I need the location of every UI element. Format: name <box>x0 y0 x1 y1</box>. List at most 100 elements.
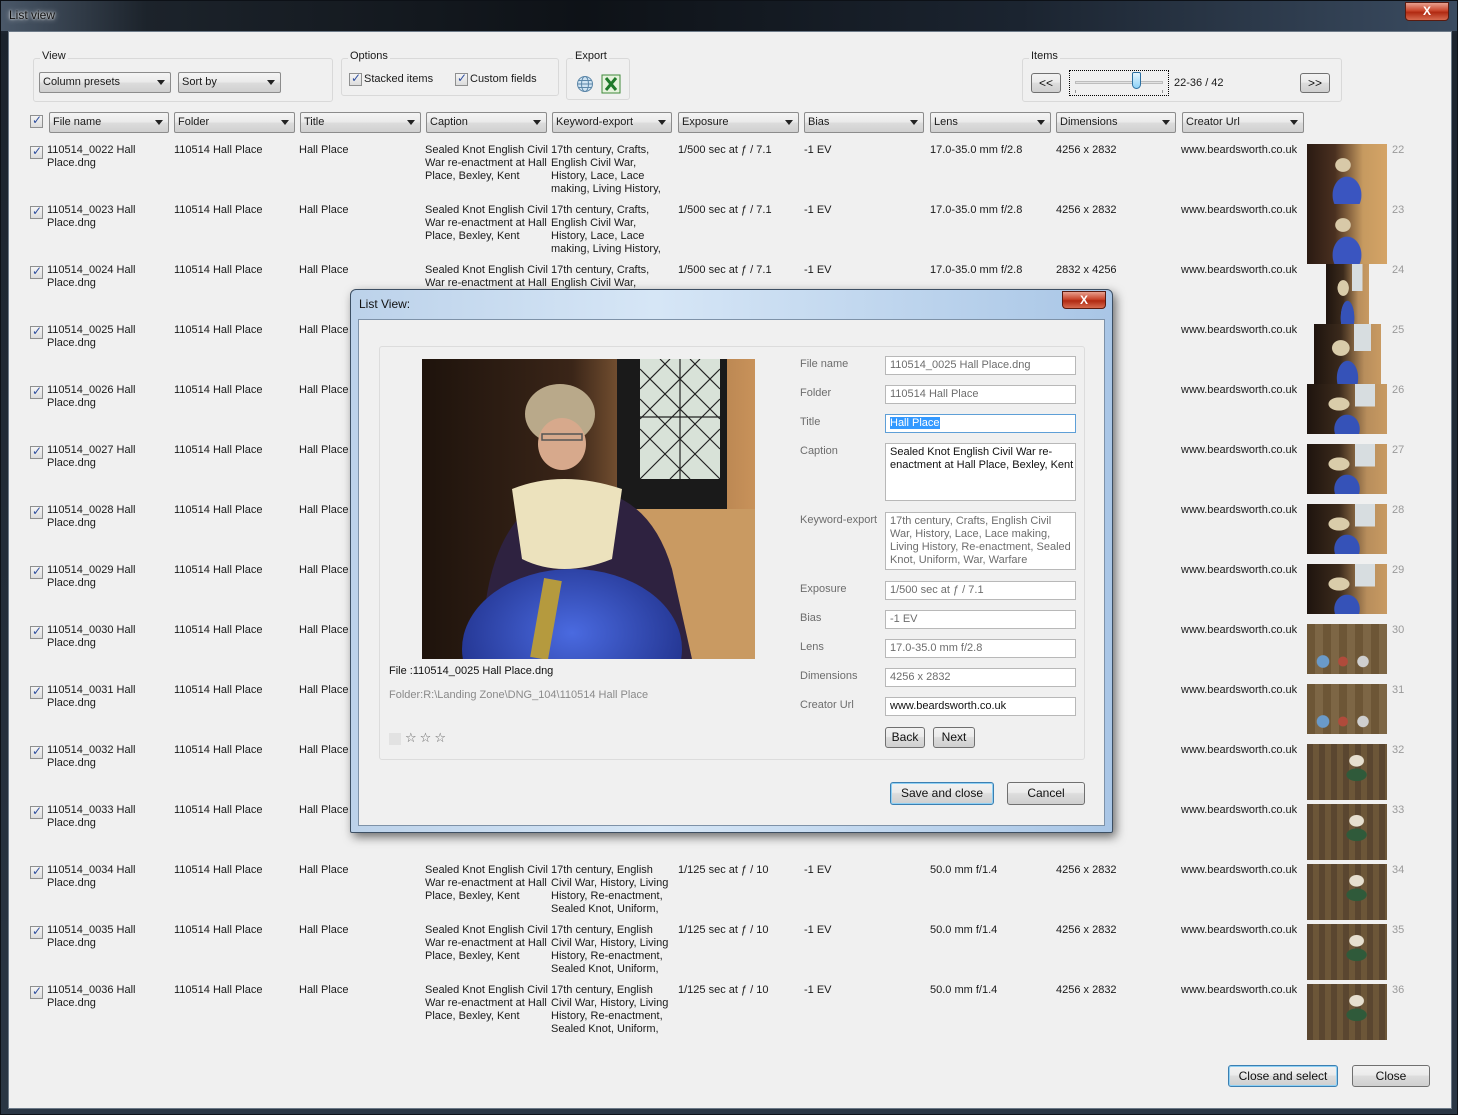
column-header-exposure[interactable]: Exposure <box>678 112 799 133</box>
star-icon[interactable]: ☆ <box>405 730 417 746</box>
select-all-checkbox[interactable] <box>30 113 43 128</box>
row-checkbox[interactable] <box>30 444 43 459</box>
globe-icon[interactable] <box>576 75 594 93</box>
row-number: 23 <box>1392 204 1405 216</box>
row-checkbox[interactable] <box>30 324 43 339</box>
star-icon[interactable]: ☆ <box>420 730 432 746</box>
lens-field[interactable]: 17.0-35.0 mm f/2.8 <box>885 639 1076 658</box>
row-checkbox[interactable] <box>30 204 43 219</box>
thumbnail[interactable] <box>1307 804 1387 860</box>
title-field[interactable]: Hall Place <box>885 414 1076 433</box>
thumbnail[interactable] <box>1307 864 1387 920</box>
title-field-value: Hall Place <box>890 417 940 429</box>
column-header-bias[interactable]: Bias <box>804 112 924 133</box>
row-checkbox[interactable] <box>30 144 43 159</box>
thumbnail[interactable] <box>1307 444 1387 494</box>
file-name-field[interactable]: 110514_0025 Hall Place.dng <box>885 356 1076 375</box>
exposure-field[interactable]: 1/500 sec at ƒ / 7.1 <box>885 581 1076 600</box>
column-header-lens[interactable]: Lens <box>930 112 1051 133</box>
column-header-title[interactable]: Title <box>300 112 421 133</box>
cell-url: www.beardsworth.co.uk <box>1181 984 1298 996</box>
star-icon[interactable]: ☆ <box>434 730 446 746</box>
column-header-dimensions[interactable]: Dimensions <box>1056 112 1176 133</box>
column-header-file-name[interactable]: File name <box>49 112 169 133</box>
slider-thumb[interactable] <box>1131 72 1141 89</box>
caption-field[interactable]: Sealed Knot English Civil War re-enactme… <box>885 443 1076 501</box>
bias-field[interactable]: -1 EV <box>885 610 1076 629</box>
table-row[interactable]: 110514_0022 Hall Place.dng 110514 Hall Pl… <box>9 144 1409 204</box>
back-button[interactable]: Back <box>885 727 925 748</box>
items-slider[interactable] <box>1069 70 1169 96</box>
thumbnail[interactable] <box>1307 744 1387 800</box>
column-header-keyword-export[interactable]: Keyword-export <box>552 112 672 133</box>
row-number: 36 <box>1392 984 1405 996</box>
table-row[interactable]: 110514_0023 Hall Place.dng 110514 Hall Pl… <box>9 204 1409 264</box>
close-button[interactable]: Close <box>1352 1065 1430 1087</box>
thumbnail[interactable] <box>1307 684 1387 734</box>
custom-fields-label: Custom fields <box>470 73 537 85</box>
folder-field[interactable]: 110514 Hall Place <box>885 385 1076 404</box>
custom-fields-checkbox[interactable] <box>455 71 468 86</box>
column-presets-dropdown[interactable]: Column presets <box>39 72 171 93</box>
cell-exposure: 1/500 sec at ƒ / 7.1 <box>678 264 772 276</box>
cell-dims: 4256 x 2832 <box>1056 924 1117 936</box>
row-number: 33 <box>1392 804 1405 816</box>
stacked-items-checkbox[interactable] <box>349 71 362 86</box>
row-checkbox[interactable] <box>30 684 43 699</box>
row-checkbox[interactable] <box>30 984 43 999</box>
cell-caption: Sealed Knot English Civil War re-enactme… <box>425 204 548 242</box>
reject-flag-icon[interactable] <box>389 733 401 746</box>
thumbnail[interactable] <box>1314 324 1381 384</box>
row-checkbox[interactable] <box>30 264 43 279</box>
thumbnail[interactable] <box>1307 504 1387 554</box>
row-checkbox[interactable] <box>30 864 43 879</box>
sort-by-dropdown[interactable]: Sort by <box>178 72 281 93</box>
thumbnail[interactable] <box>1307 384 1387 434</box>
keyword-export-field[interactable]: 17th century, Crafts, English Civil War,… <box>885 512 1076 570</box>
row-checkbox[interactable] <box>30 924 43 939</box>
cell-title: Hall Place <box>299 264 349 276</box>
row-checkbox[interactable] <box>30 804 43 819</box>
thumbnail[interactable] <box>1326 264 1369 324</box>
table-row[interactable]: 110514_0035 Hall Place.dng 110514 Hall Pl… <box>9 924 1409 984</box>
save-and-close-button[interactable]: Save and close <box>890 782 994 805</box>
excel-icon[interactable] <box>601 74 621 94</box>
next-page-button[interactable]: >> <box>1300 73 1330 93</box>
column-header-folder[interactable]: Folder <box>174 112 295 133</box>
dimensions-field[interactable]: 4256 x 2832 <box>885 668 1076 687</box>
chevron-down-icon <box>910 120 918 125</box>
thumbnail[interactable] <box>1307 204 1387 264</box>
row-checkbox[interactable] <box>30 744 43 759</box>
row-checkbox[interactable] <box>30 624 43 639</box>
window-close-button[interactable]: X <box>1405 2 1449 21</box>
chevron-down-icon <box>785 120 793 125</box>
cell-caption: Sealed Knot English Civil War re-enactme… <box>425 144 548 182</box>
cell-file: 110514_0032 Hall Place.dng <box>47 744 136 769</box>
row-checkbox[interactable] <box>30 564 43 579</box>
table-row[interactable]: 110514_0036 Hall Place.dng 110514 Hall Pl… <box>9 984 1409 1044</box>
title-bar[interactable]: List view X <box>1 1 1457 31</box>
row-checkbox[interactable] <box>30 384 43 399</box>
next-button[interactable]: Next <box>933 727 975 748</box>
row-checkbox[interactable] <box>30 504 43 519</box>
star-rating[interactable]: ☆ ☆ ☆ <box>389 730 449 746</box>
thumbnail[interactable] <box>1307 924 1387 980</box>
thumbnail[interactable] <box>1307 564 1387 614</box>
cell-keywords: 17th century, Crafts, English Civil War,… <box>551 204 661 255</box>
thumbnail[interactable] <box>1307 984 1387 1040</box>
column-header-label: Lens <box>934 116 958 128</box>
column-header-creator-url[interactable]: Creator Url <box>1182 112 1304 133</box>
previous-page-button[interactable]: << <box>1031 73 1061 93</box>
dialog-close-button[interactable]: X <box>1062 291 1106 309</box>
column-header-caption[interactable]: Caption <box>426 112 547 133</box>
cancel-button[interactable]: Cancel <box>1007 782 1085 805</box>
cell-file: 110514_0024 Hall Place.dng <box>47 264 136 289</box>
thumbnail[interactable] <box>1307 144 1387 204</box>
table-row[interactable]: 110514_0034 Hall Place.dng 110514 Hall Pl… <box>9 864 1409 924</box>
creator-url-label: Creator Url <box>800 699 854 711</box>
cell-url: www.beardsworth.co.uk <box>1181 504 1298 516</box>
row-number: 25 <box>1392 324 1405 336</box>
creator-url-field[interactable]: www.beardsworth.co.uk <box>885 697 1076 716</box>
close-and-select-button[interactable]: Close and select <box>1228 1065 1338 1087</box>
thumbnail[interactable] <box>1307 624 1387 674</box>
